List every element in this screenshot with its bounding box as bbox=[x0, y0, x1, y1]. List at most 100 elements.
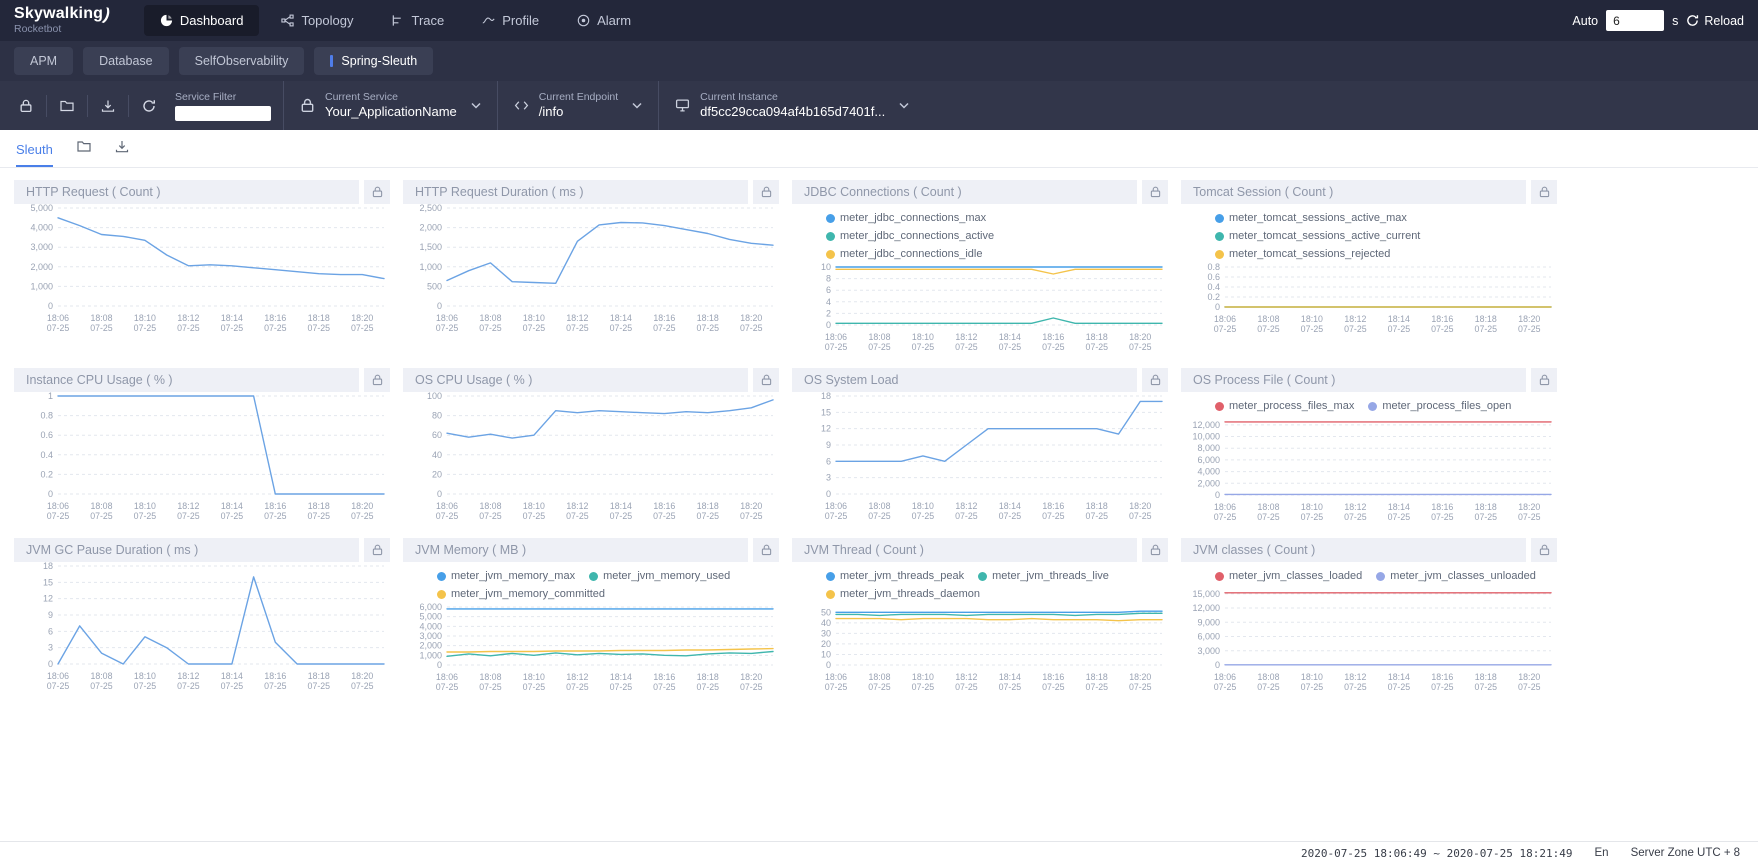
current-endpoint-selector[interactable]: Current Endpoint /info bbox=[497, 81, 658, 130]
tab-selfobservability[interactable]: SelfObservability bbox=[179, 47, 305, 75]
server-zone-value[interactable]: 8 bbox=[1734, 847, 1740, 859]
tab-database[interactable]: Database bbox=[83, 47, 169, 75]
import-template-button[interactable] bbox=[47, 95, 88, 117]
chart-lock-button[interactable] bbox=[1531, 180, 1557, 204]
svg-text:18:14: 18:14 bbox=[221, 313, 243, 323]
chart-lock-button[interactable] bbox=[364, 180, 390, 204]
svg-text:2,000: 2,000 bbox=[30, 262, 53, 272]
svg-text:18:06: 18:06 bbox=[47, 313, 69, 323]
chart-lock-button[interactable] bbox=[364, 538, 390, 562]
svg-text:18:08: 18:08 bbox=[1257, 672, 1279, 682]
lock-icon bbox=[372, 374, 383, 386]
chart-title: JDBC Connections ( Count ) bbox=[804, 185, 962, 199]
nav-item-dashboard[interactable]: Dashboard bbox=[144, 5, 260, 36]
export-dashboard-button[interactable] bbox=[115, 140, 129, 167]
svg-text:18:20: 18:20 bbox=[351, 313, 373, 323]
current-endpoint-label: Current Endpoint bbox=[539, 91, 618, 104]
lock-template-button[interactable] bbox=[6, 95, 47, 117]
svg-text:0: 0 bbox=[1215, 302, 1220, 312]
svg-text:10: 10 bbox=[821, 649, 831, 659]
chart-lock-button[interactable] bbox=[753, 368, 779, 392]
nav-item-topology[interactable]: Topology bbox=[265, 5, 369, 36]
legend-item[interactable]: meter_jvm_memory_used bbox=[589, 567, 730, 585]
legend-item[interactable]: meter_tomcat_sessions_rejected bbox=[1215, 245, 1390, 263]
nav-item-trace[interactable]: Trace bbox=[375, 5, 460, 36]
svg-text:18:06: 18:06 bbox=[825, 501, 847, 511]
import-dashboard-button[interactable] bbox=[77, 140, 91, 167]
svg-text:18:18: 18:18 bbox=[308, 671, 330, 681]
auto-interval-input[interactable] bbox=[1606, 10, 1664, 31]
chart-title: Instance CPU Usage ( % ) bbox=[26, 373, 173, 387]
chart-title: HTTP Request Duration ( ms ) bbox=[415, 185, 584, 199]
current-instance-selector[interactable]: Current Instance df5cc29cca094af4b165d74… bbox=[658, 81, 925, 130]
server-zone-control[interactable]: Server Zone UTC + 8 bbox=[1631, 847, 1740, 859]
legend-item[interactable]: meter_jvm_memory_max bbox=[437, 567, 575, 585]
chart-lock-button[interactable] bbox=[753, 180, 779, 204]
nav-item-alarm[interactable]: Alarm bbox=[561, 5, 647, 36]
legend-item[interactable]: meter_tomcat_sessions_active_current bbox=[1215, 227, 1420, 245]
chart-title: OS Process File ( Count ) bbox=[1193, 373, 1335, 387]
svg-text:18:16: 18:16 bbox=[1431, 672, 1453, 682]
svg-text:10,000: 10,000 bbox=[1192, 432, 1220, 442]
svg-text:0.2: 0.2 bbox=[40, 469, 53, 479]
legend-item[interactable]: meter_process_files_max bbox=[1215, 397, 1354, 415]
chevron-down-icon bbox=[632, 102, 642, 109]
svg-text:07-25: 07-25 bbox=[999, 682, 1022, 692]
svg-text:07-25: 07-25 bbox=[653, 511, 676, 521]
nav-item-profile[interactable]: Profile bbox=[466, 5, 555, 36]
chart-canvas: 108642018:0607-2518:0807-2518:1007-2518:… bbox=[792, 263, 1168, 355]
chart-lock-button[interactable] bbox=[1142, 180, 1168, 204]
tab-apm[interactable]: APM bbox=[14, 47, 73, 75]
chart-canvas: 15,00012,0009,0006,0003,000018:0607-2518… bbox=[1181, 585, 1557, 695]
language-switch[interactable]: En bbox=[1594, 847, 1608, 859]
svg-text:07-25: 07-25 bbox=[479, 511, 502, 521]
svg-text:18:18: 18:18 bbox=[1475, 672, 1497, 682]
svg-text:18:20: 18:20 bbox=[1518, 502, 1540, 512]
service-filter-input[interactable] bbox=[175, 106, 271, 121]
svg-text:07-25: 07-25 bbox=[1042, 342, 1065, 352]
chart-lock-button[interactable] bbox=[1142, 368, 1168, 392]
reload-button[interactable]: Reload bbox=[1686, 14, 1744, 28]
lock-icon bbox=[761, 374, 772, 386]
svg-text:18:20: 18:20 bbox=[1129, 332, 1151, 342]
chart-panel: OS CPU Usage ( % )10080604020018:0607-25… bbox=[403, 368, 779, 530]
chart-lock-button[interactable] bbox=[1531, 538, 1557, 562]
legend-item[interactable]: meter_jdbc_connections_max bbox=[826, 209, 986, 227]
svg-text:07-25: 07-25 bbox=[1475, 512, 1498, 522]
dashboard-tab-row: APM Database SelfObservability Spring-Sl… bbox=[0, 41, 1758, 81]
chart-lock-button[interactable] bbox=[1142, 538, 1168, 562]
svg-text:18:16: 18:16 bbox=[1431, 502, 1453, 512]
time-range[interactable]: 2020-07-25 18:06:49 ~ 2020-07-25 18:21:4… bbox=[1301, 847, 1573, 860]
chart-lock-button[interactable] bbox=[364, 368, 390, 392]
svg-text:07-25: 07-25 bbox=[351, 323, 374, 333]
chart-panel: JVM GC Pause Duration ( ms )181512963018… bbox=[14, 538, 390, 700]
export-template-button[interactable] bbox=[88, 95, 129, 117]
chart-lock-button[interactable] bbox=[1531, 368, 1557, 392]
legend-item[interactable]: meter_jvm_threads_daemon bbox=[826, 585, 980, 603]
legend-item[interactable]: meter_jvm_classes_loaded bbox=[1215, 567, 1362, 585]
svg-text:07-25: 07-25 bbox=[955, 342, 978, 352]
refresh-templates-button[interactable] bbox=[129, 95, 169, 117]
legend-item[interactable]: meter_jdbc_connections_active bbox=[826, 227, 994, 245]
svg-text:07-25: 07-25 bbox=[134, 681, 157, 691]
svg-text:4,000: 4,000 bbox=[419, 621, 442, 631]
tab-sleuth[interactable]: Sleuth bbox=[16, 142, 53, 167]
legend-item[interactable]: meter_jdbc_connections_idle bbox=[826, 245, 982, 263]
chart-lock-button[interactable] bbox=[753, 538, 779, 562]
svg-text:18:12: 18:12 bbox=[566, 672, 588, 682]
chart-legend: meter_process_files_max meter_process_fil… bbox=[1181, 392, 1557, 415]
tab-spring-sleuth[interactable]: Spring-Sleuth bbox=[314, 47, 433, 75]
legend-item[interactable]: meter_jvm_threads_peak bbox=[826, 567, 964, 585]
current-service-selector[interactable]: Current Service Your_ApplicationName bbox=[283, 81, 497, 130]
svg-text:18:10: 18:10 bbox=[523, 672, 545, 682]
legend-dot bbox=[1215, 250, 1224, 259]
svg-text:18:12: 18:12 bbox=[177, 501, 199, 511]
svg-text:18:14: 18:14 bbox=[999, 501, 1021, 511]
legend-item[interactable]: meter_jvm_classes_unloaded bbox=[1376, 567, 1536, 585]
service-filter: Service Filter bbox=[169, 81, 283, 130]
legend-item[interactable]: meter_tomcat_sessions_active_max bbox=[1215, 209, 1407, 227]
legend-item[interactable]: meter_jvm_threads_live bbox=[978, 567, 1109, 585]
legend-item[interactable]: meter_jvm_memory_committed bbox=[437, 585, 605, 603]
legend-item[interactable]: meter_process_files_open bbox=[1368, 397, 1511, 415]
lock-icon bbox=[1150, 374, 1161, 386]
